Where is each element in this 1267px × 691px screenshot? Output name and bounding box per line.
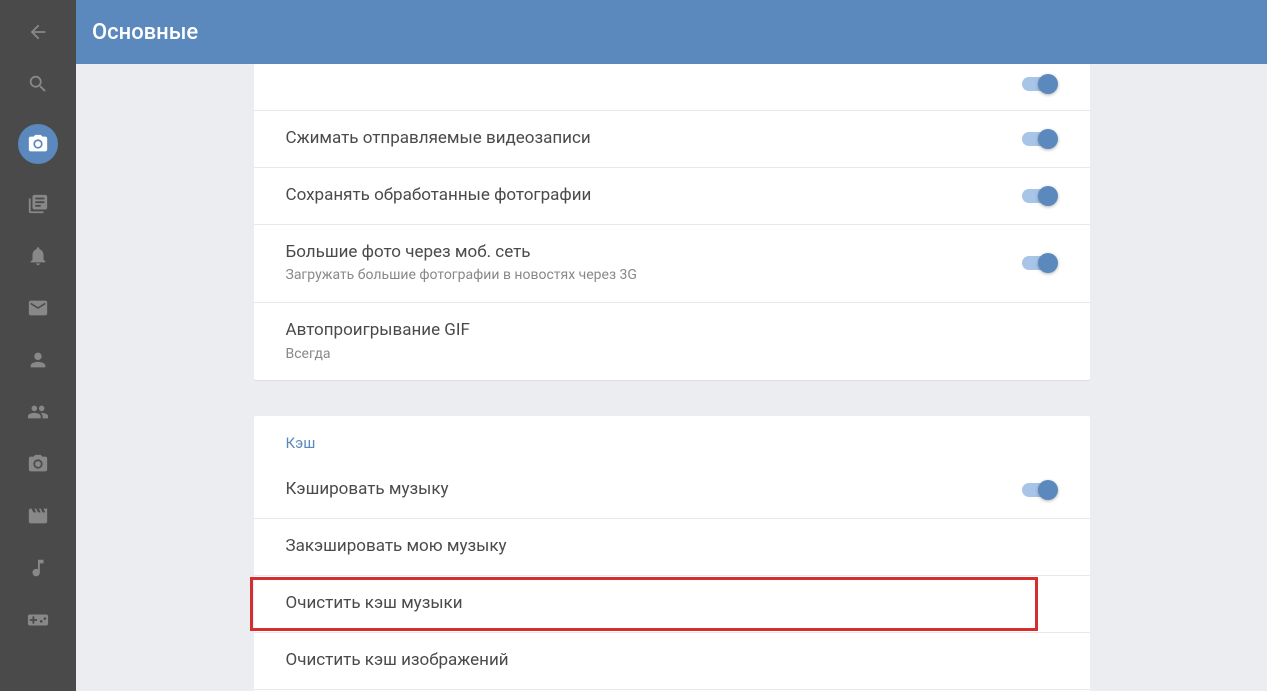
setting-sublabel: Всегда: [286, 345, 1058, 365]
search-icon[interactable]: [26, 72, 50, 96]
back-arrow-icon[interactable]: [26, 20, 50, 44]
main: Основные Сжимать отправляемые видеозапис…: [76, 0, 1267, 691]
setting-label: Сжимать отправляемые видеозаписи: [286, 127, 1022, 151]
music-icon[interactable]: [26, 556, 50, 580]
film-icon[interactable]: [26, 504, 50, 528]
settings-column: Сжимать отправляемые видеозаписи Сохраня…: [254, 64, 1090, 691]
setting-row-save-photos[interactable]: Сохранять обработанные фотографии: [254, 168, 1090, 225]
setting-label: Закэшировать мою музыку: [286, 535, 1058, 559]
setting-label: Очистить кэш музыки: [286, 592, 1058, 616]
setting-row-big-photos-mobile[interactable]: Большие фото через моб. сеть Загружать б…: [254, 225, 1090, 303]
settings-card-2: Кэш Кэшировать музыку Закэшировать мою м…: [254, 416, 1090, 691]
news-icon[interactable]: [26, 192, 50, 216]
sidebar: [0, 0, 76, 691]
setting-row-gif-autoplay[interactable]: Автопроигрывание GIF Всегда: [254, 303, 1090, 380]
mail-icon[interactable]: [26, 296, 50, 320]
toggle-switch[interactable]: [1022, 186, 1058, 206]
toggle-switch[interactable]: [1022, 253, 1058, 273]
setting-label: Очистить кэш изображений: [286, 649, 1058, 673]
toggle-switch[interactable]: [1022, 129, 1058, 149]
camera-icon[interactable]: [18, 124, 58, 164]
content: Сжимать отправляемые видеозаписи Сохраня…: [76, 64, 1267, 691]
setting-sublabel: Загружать большие фотографии в новостях …: [286, 266, 1022, 286]
toggle-switch[interactable]: [1022, 74, 1058, 94]
notification-icon[interactable]: [26, 244, 50, 268]
people-icon[interactable]: [26, 400, 50, 424]
photo-camera-icon[interactable]: [26, 452, 50, 476]
toggle-switch[interactable]: [1022, 480, 1058, 500]
page-title: Основные: [92, 20, 198, 45]
section-header-cache: Кэш: [254, 416, 1090, 462]
header: Основные: [76, 0, 1267, 64]
setting-label: Большие фото через моб. сеть: [286, 241, 1022, 265]
setting-label: Кэшировать музыку: [286, 478, 1022, 502]
setting-label: Автопроигрывание GIF: [286, 319, 1058, 343]
setting-row-clear-music-cache[interactable]: Очистить кэш музыки: [254, 576, 1090, 633]
settings-card-1: Сжимать отправляемые видеозаписи Сохраня…: [254, 64, 1090, 380]
setting-row-clear-image-cache[interactable]: Очистить кэш изображений: [254, 633, 1090, 690]
setting-row-compress-video[interactable]: Сжимать отправляемые видеозаписи: [254, 111, 1090, 168]
person-icon[interactable]: [26, 348, 50, 372]
setting-label: Сохранять обработанные фотографии: [286, 184, 1022, 208]
setting-row-cache-music[interactable]: Кэшировать музыку: [254, 462, 1090, 519]
setting-row-cache-my-music[interactable]: Закэшировать мою музыку: [254, 519, 1090, 576]
gamepad-icon[interactable]: [26, 608, 50, 632]
setting-row-compress-photo[interactable]: [254, 64, 1090, 111]
